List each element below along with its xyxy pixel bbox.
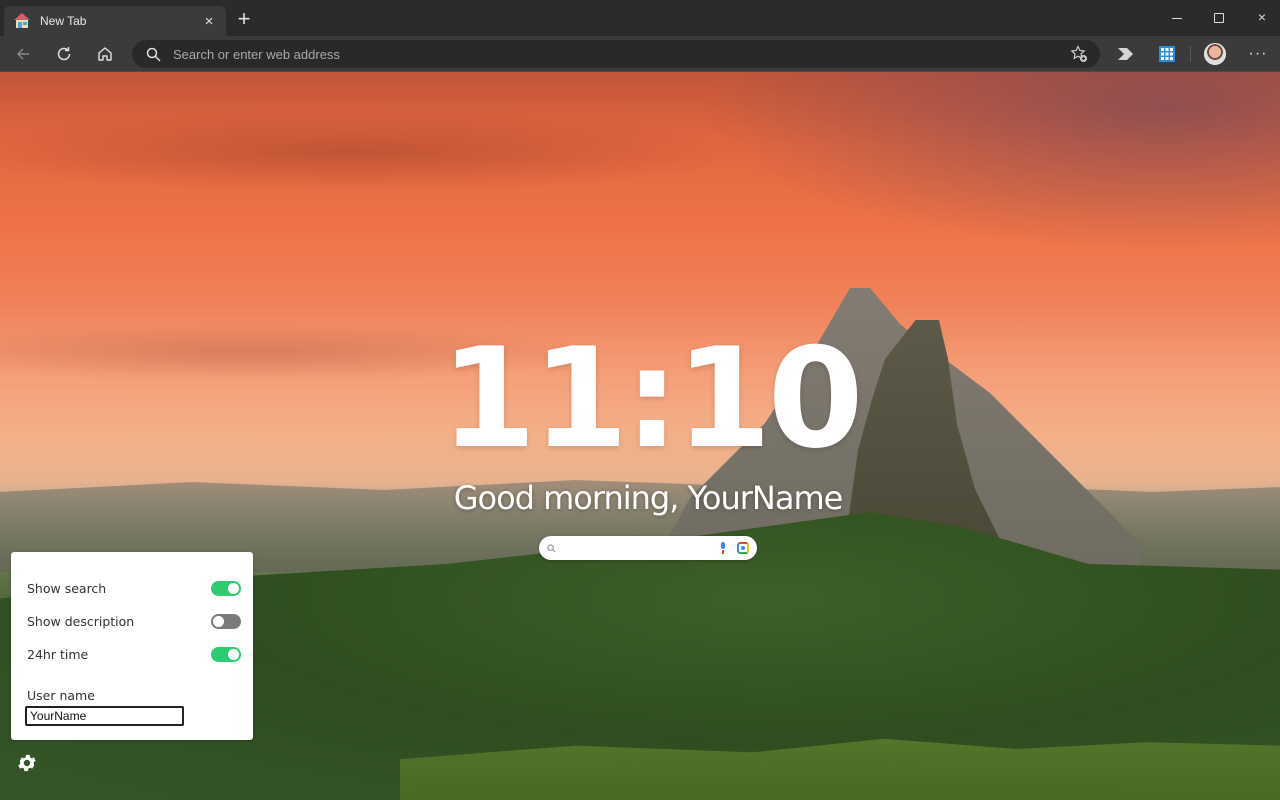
microphone-icon[interactable] [719,542,727,554]
minimize-icon [1172,17,1182,19]
minimize-button[interactable] [1163,6,1191,28]
back-arrow-icon [17,48,29,60]
settings-panel: Show search Show description 24hr time U… [11,552,253,740]
show-search-toggle[interactable] [211,580,241,596]
search-icon [146,47,161,62]
setting-show-search: Show search [27,578,241,598]
profile-button[interactable] [1201,41,1229,67]
toolbar-divider [1190,46,1191,62]
close-tab-icon[interactable]: × [200,13,218,30]
grid-extension-icon [1159,46,1175,62]
address-bar[interactable] [132,40,1100,68]
setting-24hr-time: 24hr time [27,644,241,664]
maximize-button[interactable] [1205,6,1233,28]
username-label: User name [27,688,95,703]
avatar [1204,43,1226,65]
close-window-button[interactable]: × [1248,6,1276,28]
reload-button[interactable] [50,41,78,67]
web-search-box[interactable] [539,536,757,560]
home-button[interactable] [91,41,119,67]
toolbar: ··· [0,36,1280,72]
home-icon [98,47,112,61]
background-sky [700,72,1280,252]
arrow-extension-icon [1118,48,1133,60]
24hr-time-toggle[interactable] [211,646,241,662]
setting-label: Show search [27,580,107,596]
clock: 11:10 [440,318,863,479]
extension-button-1[interactable] [1112,41,1140,67]
house-icon [14,13,30,29]
address-input[interactable] [173,46,1033,62]
setting-show-description: Show description [27,611,241,631]
reload-icon [57,47,71,61]
new-tab-page: 11:10 Good morning, YourName Show search… [0,72,1280,800]
tab-new-tab[interactable]: New Tab × [4,6,226,36]
more-menu-button[interactable]: ··· [1244,41,1272,67]
show-description-toggle[interactable] [211,613,241,629]
gear-icon[interactable] [16,752,38,774]
tab-title: New Tab [40,14,87,28]
star-add-icon[interactable] [1070,45,1088,63]
setting-label: Show description [27,613,135,629]
extension-button-2[interactable] [1153,41,1181,67]
title-bar: New Tab × + × [0,0,1280,36]
username-input[interactable] [25,706,184,726]
web-search-input[interactable] [562,541,719,555]
camera-search-icon[interactable] [737,542,749,554]
maximize-icon [1214,13,1224,24]
back-button[interactable] [9,41,37,67]
greeting: Good morning, YourName [453,479,844,517]
new-tab-button[interactable]: + [232,8,256,32]
search-icon [547,543,556,553]
setting-label: 24hr time [27,646,89,662]
